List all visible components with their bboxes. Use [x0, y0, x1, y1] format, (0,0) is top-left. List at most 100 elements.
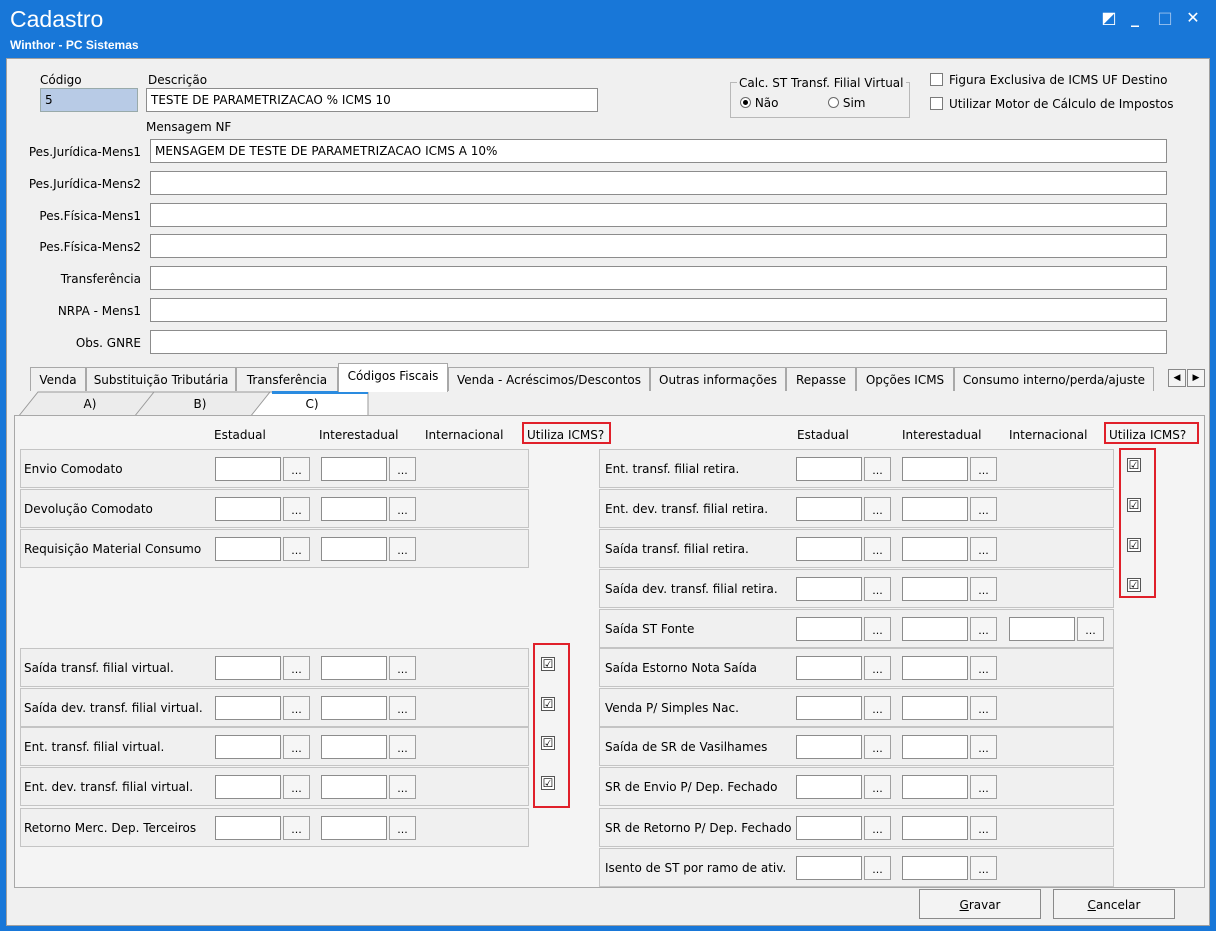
code-input[interactable]: [321, 735, 387, 759]
code-input[interactable]: [796, 735, 862, 759]
lookup-button[interactable]: ...: [864, 856, 891, 880]
code-input[interactable]: [215, 735, 281, 759]
code-input[interactable]: [902, 696, 968, 720]
lookup-button[interactable]: ...: [970, 537, 997, 561]
msg-field-6[interactable]: [150, 298, 1167, 322]
code-input[interactable]: [321, 497, 387, 521]
lookup-button[interactable]: ...: [283, 735, 310, 759]
tab-scroll-left-icon[interactable]: ◀: [1168, 369, 1186, 387]
lookup-button[interactable]: ...: [970, 735, 997, 759]
minimize-button[interactable]: _: [1124, 8, 1146, 27]
codigo-field[interactable]: 5: [40, 88, 138, 112]
msg-field-2[interactable]: [150, 171, 1167, 195]
lookup-button[interactable]: ...: [970, 656, 997, 680]
lookup-button[interactable]: ...: [283, 656, 310, 680]
code-input[interactable]: [902, 816, 968, 840]
code-input[interactable]: [215, 656, 281, 680]
code-input[interactable]: [902, 617, 968, 641]
msg-field-7[interactable]: [150, 330, 1167, 354]
restore-icon[interactable]: ◩: [1098, 8, 1120, 27]
motor-checkbox[interactable]: [930, 97, 943, 110]
lookup-button[interactable]: ...: [970, 617, 997, 641]
tab-scroll-right-icon[interactable]: ▶: [1187, 369, 1205, 387]
code-input[interactable]: [321, 775, 387, 799]
lookup-button[interactable]: ...: [283, 816, 310, 840]
tab-codigos-fiscais[interactable]: Códigos Fiscais: [338, 363, 448, 392]
lookup-button[interactable]: ...: [864, 696, 891, 720]
tab-outras-informacoes[interactable]: Outras informações: [650, 367, 786, 391]
tab-opcoes-icms[interactable]: Opções ICMS: [856, 367, 954, 391]
lookup-button[interactable]: ...: [389, 775, 416, 799]
lookup-button[interactable]: ...: [864, 497, 891, 521]
code-input[interactable]: [796, 617, 862, 641]
lookup-button[interactable]: ...: [970, 577, 997, 601]
lookup-button[interactable]: ...: [864, 735, 891, 759]
lookup-button[interactable]: ...: [1077, 617, 1104, 641]
lookup-button[interactable]: ...: [864, 617, 891, 641]
lookup-button[interactable]: ...: [389, 735, 416, 759]
code-input[interactable]: [796, 775, 862, 799]
tab-venda-acrescimos[interactable]: Venda - Acréscimos/Descontos: [448, 367, 650, 391]
lookup-button[interactable]: ...: [970, 696, 997, 720]
code-input[interactable]: [902, 577, 968, 601]
cancelar-button[interactable]: Cancelar: [1053, 889, 1175, 919]
code-input[interactable]: [796, 497, 862, 521]
code-input[interactable]: [902, 497, 968, 521]
lookup-button[interactable]: ...: [864, 577, 891, 601]
lookup-button[interactable]: ...: [283, 497, 310, 521]
msg-field-4[interactable]: [150, 234, 1167, 258]
tab-venda[interactable]: Venda: [30, 367, 86, 391]
code-input[interactable]: [796, 816, 862, 840]
code-input[interactable]: [215, 457, 281, 481]
lookup-button[interactable]: ...: [970, 775, 997, 799]
code-input[interactable]: [215, 816, 281, 840]
msg-field-5[interactable]: [150, 266, 1167, 290]
lookup-button[interactable]: ...: [389, 497, 416, 521]
code-input[interactable]: [215, 537, 281, 561]
lookup-button[interactable]: ...: [864, 537, 891, 561]
subtab-c[interactable]: C): [272, 392, 352, 416]
code-input[interactable]: [902, 775, 968, 799]
lookup-button[interactable]: ...: [389, 457, 416, 481]
code-input[interactable]: [796, 656, 862, 680]
tab-consumo-interno[interactable]: Consumo interno/perda/ajuste: [954, 367, 1154, 391]
tab-substituicao[interactable]: Substituição Tributária: [86, 367, 236, 391]
lookup-button[interactable]: ...: [970, 816, 997, 840]
lookup-button[interactable]: ...: [864, 457, 891, 481]
code-input[interactable]: [1009, 617, 1075, 641]
lookup-button[interactable]: ...: [389, 816, 416, 840]
msg-field-3[interactable]: [150, 203, 1167, 227]
gravar-button[interactable]: Gravar: [919, 889, 1041, 919]
code-input[interactable]: [321, 457, 387, 481]
code-input[interactable]: [215, 696, 281, 720]
lookup-button[interactable]: ...: [389, 656, 416, 680]
code-input[interactable]: [902, 656, 968, 680]
figura-checkbox[interactable]: [930, 73, 943, 86]
tab-repasse[interactable]: Repasse: [786, 367, 856, 391]
code-input[interactable]: [796, 457, 862, 481]
lookup-button[interactable]: ...: [970, 856, 997, 880]
code-input[interactable]: [321, 537, 387, 561]
msg-field-1[interactable]: MENSAGEM DE TESTE DE PARAMETRIZACAO ICMS…: [150, 139, 1167, 163]
lookup-button[interactable]: ...: [864, 775, 891, 799]
code-input[interactable]: [902, 457, 968, 481]
code-input[interactable]: [321, 696, 387, 720]
tab-transferencia[interactable]: Transferência: [236, 367, 338, 391]
code-input[interactable]: [902, 537, 968, 561]
subtab-a[interactable]: A): [50, 392, 130, 416]
code-input[interactable]: [902, 735, 968, 759]
lookup-button[interactable]: ...: [970, 497, 997, 521]
descricao-field[interactable]: TESTE DE PARAMETRIZACAO % ICMS 10: [146, 88, 598, 112]
code-input[interactable]: [796, 856, 862, 880]
lookup-button[interactable]: ...: [283, 696, 310, 720]
code-input[interactable]: [215, 775, 281, 799]
lookup-button[interactable]: ...: [970, 457, 997, 481]
lookup-button[interactable]: ...: [283, 537, 310, 561]
lookup-button[interactable]: ...: [864, 656, 891, 680]
code-input[interactable]: [321, 816, 387, 840]
lookup-button[interactable]: ...: [283, 775, 310, 799]
lookup-button[interactable]: ...: [389, 696, 416, 720]
code-input[interactable]: [796, 696, 862, 720]
code-input[interactable]: [215, 497, 281, 521]
lookup-button[interactable]: ...: [864, 816, 891, 840]
